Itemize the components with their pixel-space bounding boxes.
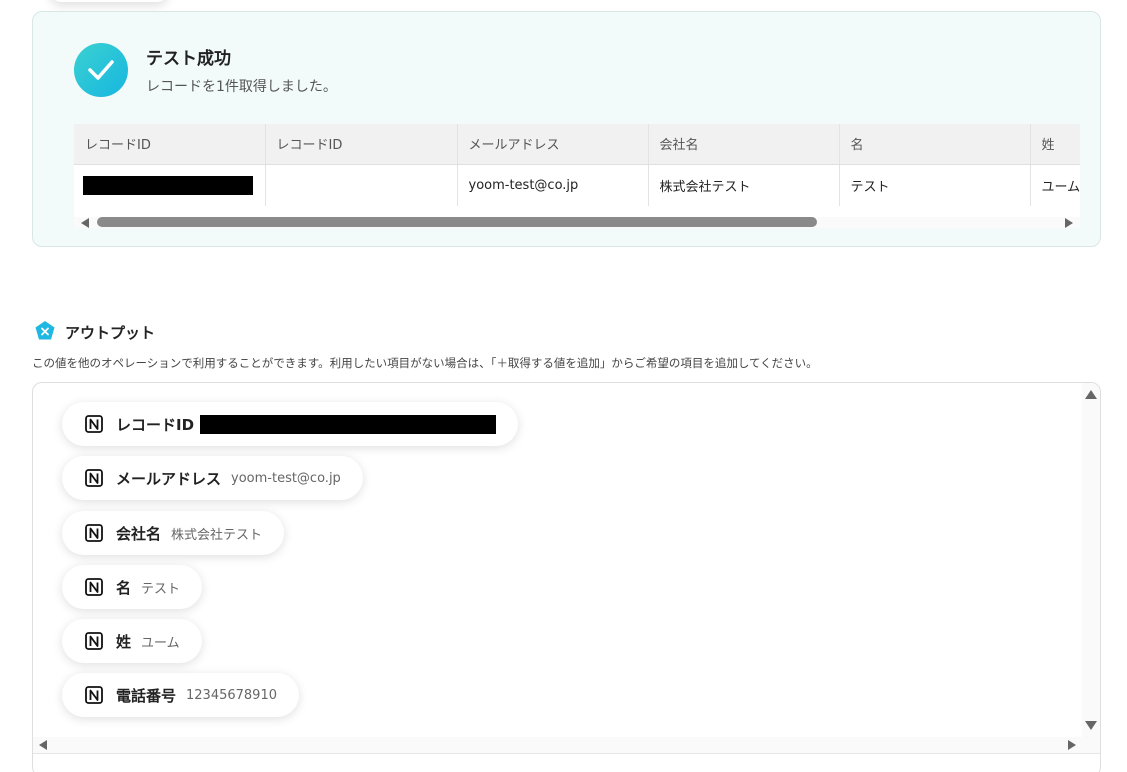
output-item-label: 会社名 [116,524,162,543]
notion-icon [85,415,103,433]
output-item-label: 電話番号 [116,686,177,705]
scroll-down-arrow-icon[interactable] [1085,721,1097,730]
output-item-phone[interactable]: 電話番号 12345678910 [62,673,299,717]
output-item-value: ユーム [141,635,180,651]
column-header: 姓 [1030,124,1080,165]
column-header: レコードID [265,124,458,165]
success-title: テスト成功 [146,49,231,69]
column-header: 会社名 [648,124,840,165]
output-list: レコードID メールアドレス yoom-test@co.jp 会社名 株式会社テ… [32,382,1101,772]
table-cell [74,164,266,206]
notion-icon [85,578,103,596]
notion-icon [85,686,103,704]
previous-element-edge [50,0,168,2]
table-cell: 株式会社テスト [648,164,840,206]
scrollbar-thumb[interactable] [97,217,817,227]
table-row: yoom-test@co.jp 株式会社テスト テスト ユーム [74,164,1080,206]
scroll-left-arrow-icon[interactable] [39,740,47,750]
redacted-block [200,414,497,434]
output-item-last-name[interactable]: 姓 ユーム [62,619,202,663]
test-success-card: テスト成功 レコードを1件取得しました。 レコードID レコードID メールアド… [32,11,1101,247]
output-item-value: 12345678910 [186,687,277,703]
output-item-label: 姓 [116,632,132,651]
notion-icon [85,524,103,542]
output-item-email[interactable]: メールアドレス yoom-test@co.jp [62,456,363,500]
column-header: 名 [839,124,1031,165]
output-item-label: 名 [116,578,132,597]
table-cell: ユーム [1030,164,1080,206]
output-description: この値を他のオペレーションで利用することができます。利用したい項目がない場合は、… [32,356,818,370]
table-cell: yoom-test@co.jp [457,164,649,206]
scroll-up-arrow-icon[interactable] [1085,390,1097,399]
table-cell [265,164,458,206]
output-vertical-scrollbar[interactable] [1082,383,1100,737]
scroll-left-arrow-icon[interactable] [81,218,89,228]
redacted-block [83,175,253,195]
notion-icon [85,632,103,650]
result-table: レコードID レコードID メールアドレス 会社名 名 姓 yoom-test@… [74,124,1080,228]
variable-x-icon [35,321,55,340]
output-item-value: yoom-test@co.jp [231,470,341,486]
scroll-right-arrow-icon[interactable] [1068,740,1076,750]
output-item-value: テスト [141,581,181,597]
table-cell: テスト [839,164,1031,206]
column-header: レコードID [74,124,266,165]
output-title: アウトプット [65,324,156,342]
notion-icon [85,469,103,487]
column-header: メールアドレス [457,124,649,165]
table-horizontal-scrollbar[interactable] [74,217,1080,228]
table-header-row: レコードID レコードID メールアドレス 会社名 名 姓 [74,124,1080,165]
scroll-right-arrow-icon[interactable] [1065,218,1073,228]
output-horizontal-scrollbar[interactable] [33,737,1100,754]
output-item-record-id[interactable]: レコードID [62,402,519,446]
checkmark-icon [74,43,128,97]
output-item-label: レコードID [116,415,195,434]
output-item-value: 株式会社テスト [171,527,263,543]
output-item-label: メールアドレス [116,469,222,488]
output-item-company[interactable]: 会社名 株式会社テスト [62,511,285,555]
success-subtitle: レコードを1件取得しました。 [146,79,337,95]
output-item-first-name[interactable]: 名 テスト [62,565,203,609]
